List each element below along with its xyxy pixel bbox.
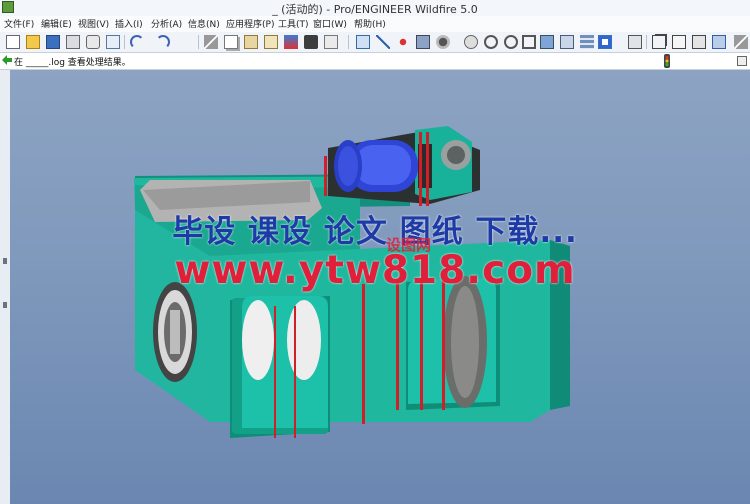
menu-applications[interactable]: 应用程序(P): [226, 17, 274, 30]
watermark-line-2: www.ytw818.com: [174, 248, 576, 293]
menu-file[interactable]: 文件(F): [4, 17, 34, 30]
open-icon[interactable]: [26, 35, 40, 49]
find-icon[interactable]: [304, 35, 318, 49]
paste-icon[interactable]: [244, 35, 258, 49]
layers-icon[interactable]: [580, 35, 594, 49]
shaded-edges-icon[interactable]: [712, 35, 726, 49]
copy-icon[interactable]: [224, 35, 238, 49]
title-bar: _ (活动的) - Pro/ENGINEER Wildfire 5.0: [0, 0, 750, 17]
toolbar-separator: [198, 35, 199, 49]
refit-icon[interactable]: [522, 35, 536, 49]
menu-help[interactable]: 帮助(H): [354, 17, 386, 30]
shading-icon[interactable]: [628, 35, 642, 49]
spin-center-icon[interactable]: [436, 35, 450, 49]
saved-views-icon[interactable]: [560, 35, 574, 49]
menu-tools[interactable]: 工具(T): [278, 17, 309, 30]
hidden-line-icon[interactable]: [672, 35, 686, 49]
traffic-light-icon: [664, 54, 670, 68]
zoom-out-icon[interactable]: [504, 35, 518, 49]
redo-icon[interactable]: [156, 35, 170, 49]
no-hidden-icon[interactable]: [692, 35, 706, 49]
zoom-in-icon[interactable]: [484, 35, 498, 49]
datum-point-icon[interactable]: [396, 35, 410, 49]
datum-axis-icon[interactable]: [376, 35, 390, 49]
save-icon[interactable]: [46, 35, 60, 49]
menu-view[interactable]: 视图(V): [78, 17, 109, 30]
watermark-logo: 设图网: [386, 236, 432, 254]
window-title: _ (活动的) - Pro/ENGINEER Wildfire 5.0: [272, 3, 478, 16]
appearance-icon[interactable]: [464, 35, 478, 49]
print-icon[interactable]: [66, 35, 80, 49]
status-message: 在 _____.log 查看处理结果。: [14, 58, 131, 68]
regenerate-icon[interactable]: [284, 35, 298, 49]
collapse-grip-icon[interactable]: [3, 302, 7, 308]
inner-shaft-disc: [242, 300, 274, 380]
menu-insert[interactable]: 插入(I): [115, 17, 143, 30]
toolbar-separator: [348, 35, 349, 49]
orient-icon[interactable]: [540, 35, 554, 49]
menu-info[interactable]: 信息(N): [188, 17, 220, 30]
main-toolbar: [0, 32, 750, 53]
csys-icon[interactable]: [416, 35, 430, 49]
new-icon[interactable]: [6, 35, 20, 49]
cut-icon[interactable]: [204, 35, 218, 49]
wireframe-icon[interactable]: [652, 35, 666, 49]
select-icon[interactable]: [324, 35, 338, 49]
toolbar-separator: [124, 35, 125, 49]
undo-icon[interactable]: [130, 35, 144, 49]
paste-special-icon[interactable]: [264, 35, 278, 49]
email-icon[interactable]: [106, 35, 120, 49]
menu-analysis[interactable]: 分析(A): [151, 17, 182, 30]
menu-bar: 文件(F) 编辑(E) 视图(V) 插入(I) 分析(A) 信息(N) 应用程序…: [0, 16, 750, 33]
datum-plane-icon[interactable]: [356, 35, 370, 49]
expand-icon[interactable]: [737, 56, 747, 66]
view-manager-icon[interactable]: [598, 35, 612, 49]
toolbar-separator: [646, 35, 647, 49]
save-as-icon[interactable]: [86, 35, 100, 49]
menu-window[interactable]: 窗口(W): [313, 17, 347, 30]
overflow-icon[interactable]: [734, 35, 748, 49]
message-arrow-icon: [2, 55, 12, 65]
menu-edit[interactable]: 编辑(E): [41, 17, 72, 30]
message-bar: 在 _____.log 查看处理结果。: [0, 53, 750, 70]
watermark-line-1: 毕设 课设 论文 图纸 下载...: [172, 214, 578, 250]
